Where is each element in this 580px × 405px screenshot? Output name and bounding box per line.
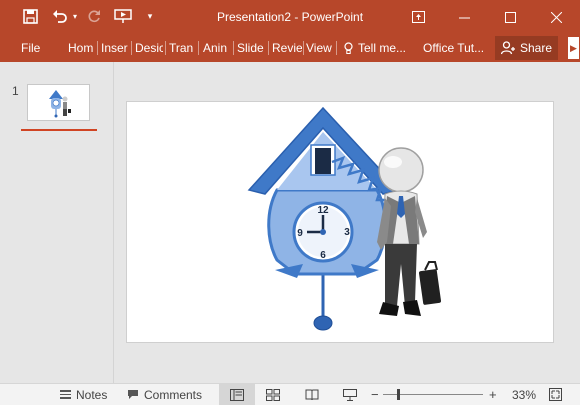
normal-view-icon bbox=[230, 388, 244, 401]
tab-insert[interactable]: Inser bbox=[101, 34, 130, 62]
title-bar: ▾ ▾ Presentation2 - PowerPoint bbox=[0, 0, 580, 34]
fit-slide-to-window-icon[interactable] bbox=[549, 384, 562, 405]
slide-editing-area: 12 3 6 9 bbox=[115, 62, 580, 383]
slide-thumbnail-pane: 1 bbox=[0, 62, 114, 383]
tab-design[interactable]: Desic bbox=[135, 34, 163, 62]
status-bar: Notes Comments − + 33% bbox=[0, 383, 580, 405]
ribbon-display-options-icon[interactable] bbox=[395, 0, 441, 34]
ribbon-tabs: File Hom Inser Desic Tran Anin Slide Rev… bbox=[0, 34, 580, 62]
tab-separator bbox=[268, 41, 269, 55]
slide-canvas[interactable]: 12 3 6 9 bbox=[126, 101, 554, 343]
comments-icon bbox=[128, 390, 138, 399]
slide-sorter-view-button[interactable] bbox=[255, 384, 291, 405]
svg-text:12: 12 bbox=[317, 205, 329, 216]
normal-view-button[interactable] bbox=[219, 384, 255, 405]
zoom-in-button[interactable]: + bbox=[489, 384, 497, 405]
maximize-icon[interactable] bbox=[487, 0, 533, 34]
notes-label: Notes bbox=[76, 387, 108, 402]
window-title: Presentation2 - PowerPoint bbox=[216, 10, 364, 24]
start-from-beginning-icon[interactable] bbox=[112, 6, 134, 26]
redo-icon[interactable] bbox=[85, 6, 103, 26]
slide-show-icon bbox=[343, 388, 357, 401]
tell-me-label: Tell me... bbox=[358, 41, 407, 55]
tab-separator bbox=[131, 41, 132, 55]
lightbulb-icon bbox=[344, 41, 353, 54]
cuckoo-clock-stick-figure-image[interactable]: 12 3 6 9 bbox=[127, 102, 553, 342]
tab-separator bbox=[97, 41, 98, 55]
zoom-out-button[interactable]: − bbox=[371, 384, 379, 405]
minimize-icon[interactable] bbox=[441, 0, 487, 34]
svg-text:9: 9 bbox=[297, 228, 303, 239]
slide-show-button[interactable] bbox=[332, 384, 368, 405]
slide-sorter-icon bbox=[266, 388, 280, 401]
reading-view-button[interactable] bbox=[294, 384, 330, 405]
notes-icon bbox=[60, 390, 71, 399]
share-label: Share bbox=[519, 41, 553, 55]
tab-separator bbox=[233, 41, 234, 55]
reading-view-icon bbox=[305, 389, 319, 400]
svg-text:6: 6 bbox=[320, 250, 326, 261]
undo-dropdown-icon[interactable]: ▾ bbox=[70, 6, 80, 26]
svg-text:3: 3 bbox=[344, 227, 350, 238]
slide-thumbnail[interactable] bbox=[27, 84, 90, 121]
customize-qat-icon[interactable]: ▾ bbox=[144, 6, 156, 26]
thumbnail-cuckoo-clock-image bbox=[49, 90, 71, 118]
tab-separator bbox=[198, 41, 199, 55]
tell-me-box[interactable]: Tell me... bbox=[344, 34, 416, 62]
tab-animations[interactable]: Anin bbox=[203, 34, 231, 62]
zoom-percent[interactable]: 33% bbox=[512, 384, 536, 405]
tab-view[interactable]: View bbox=[306, 34, 334, 62]
slide-number: 1 bbox=[12, 84, 19, 98]
close-icon[interactable] bbox=[533, 0, 579, 34]
zoom-slider-thumb[interactable] bbox=[397, 389, 400, 400]
comments-button[interactable]: Comments bbox=[127, 384, 202, 405]
tab-transitions[interactable]: Tran bbox=[169, 34, 196, 62]
share-button[interactable]: Share bbox=[495, 36, 558, 60]
notes-button[interactable]: Notes bbox=[60, 384, 107, 405]
tab-home[interactable]: Hom bbox=[68, 34, 95, 62]
save-icon[interactable] bbox=[20, 6, 40, 26]
tab-slide-show[interactable]: Slide bbox=[237, 34, 267, 62]
comments-label: Comments bbox=[144, 387, 203, 402]
ribbon-scroll-right-icon[interactable]: ▶ bbox=[567, 36, 580, 60]
undo-icon[interactable] bbox=[50, 6, 70, 26]
tab-file[interactable]: File bbox=[21, 34, 43, 62]
tab-separator bbox=[336, 41, 337, 55]
tab-review[interactable]: Revie bbox=[272, 34, 302, 62]
tab-separator bbox=[303, 41, 304, 55]
thumbnail-selection-indicator bbox=[21, 129, 97, 131]
tab-separator bbox=[165, 41, 166, 55]
share-person-icon bbox=[500, 41, 515, 55]
tab-office-tutorials[interactable]: Office Tut... bbox=[423, 34, 491, 62]
